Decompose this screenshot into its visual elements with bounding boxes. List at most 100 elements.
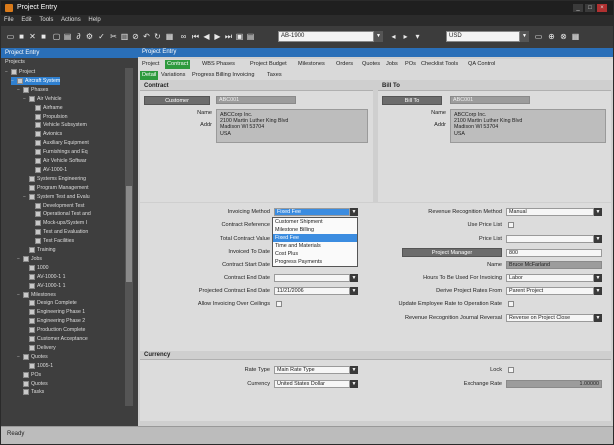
- main-tab[interactable]: POs: [403, 60, 418, 69]
- tree-node[interactable]: Air Vehicle Softwar: [29, 157, 87, 165]
- sub-tab[interactable]: Detail: [140, 71, 159, 80]
- use-price-list-checkbox[interactable]: [508, 222, 514, 228]
- prev-record-icon[interactable]: ◀: [202, 32, 211, 41]
- tree-node[interactable]: Test and Evaluation: [29, 228, 88, 236]
- derive-rates-dropdown[interactable]: ▼: [594, 287, 602, 295]
- check-icon[interactable]: ✓: [97, 32, 106, 41]
- clear-icon[interactable]: ⊘: [131, 32, 140, 41]
- paste-icon[interactable]: ▥: [120, 32, 129, 41]
- print-preview-icon[interactable]: ▦: [571, 32, 580, 41]
- tree-node[interactable]: Systems Engineering: [23, 175, 86, 183]
- currency-dropdown-button[interactable]: ▼: [520, 31, 529, 42]
- menu-actions[interactable]: Actions: [58, 15, 84, 25]
- main-tab[interactable]: Project Budget: [248, 60, 289, 69]
- billto-button[interactable]: Bill To: [382, 96, 442, 105]
- attach-icon[interactable]: ∂: [74, 32, 83, 41]
- lookup-icon[interactable]: ▣: [235, 32, 244, 41]
- invoicing-method-option[interactable]: Customer Shipment: [273, 218, 357, 226]
- menu-help[interactable]: Help: [85, 15, 103, 25]
- revenue-journal-dropdown[interactable]: ▼: [594, 314, 602, 322]
- revenue-journal-select[interactable]: Reverse on Project Close: [506, 314, 594, 322]
- tree-node[interactable]: Tasks: [17, 388, 44, 396]
- project-manager-button[interactable]: Project Manager: [402, 248, 502, 257]
- tree-node[interactable]: Test Facilities: [29, 237, 74, 245]
- tree-node[interactable]: Quotes: [17, 380, 48, 388]
- nav-forward-icon[interactable]: ▸: [401, 32, 410, 41]
- main-tab[interactable]: Quotes: [360, 60, 382, 69]
- cut-icon[interactable]: ✂: [109, 32, 118, 41]
- save-icon[interactable]: ■: [17, 32, 26, 41]
- tree-node[interactable]: Auxiliary Equipment: [29, 139, 89, 147]
- invoicing-method-option[interactable]: Progress Payments: [273, 258, 357, 266]
- tree-node[interactable]: Airframe: [29, 104, 63, 112]
- price-list-dropdown[interactable]: ▼: [594, 235, 602, 243]
- undo-icon[interactable]: ↶: [142, 32, 151, 41]
- link-icon[interactable]: ⊗: [559, 32, 568, 41]
- main-tab[interactable]: WBS Phases: [200, 60, 237, 69]
- record-icon[interactable]: ■: [39, 32, 48, 41]
- tree-node[interactable]: Furnishings and Eq: [29, 148, 88, 156]
- grid-icon[interactable]: ▤: [246, 32, 255, 41]
- project-dropdown-button[interactable]: ▼: [374, 31, 383, 42]
- expand-toggle-icon[interactable]: −: [23, 96, 28, 102]
- nav-back-icon[interactable]: ◂: [389, 32, 398, 41]
- invoicing-method-option[interactable]: Time and Materials: [273, 242, 357, 250]
- view-icon[interactable]: ▭: [534, 32, 543, 41]
- main-tab[interactable]: Checklist Tools: [419, 60, 460, 69]
- tree-node[interactable]: Avionics: [29, 130, 62, 138]
- new-icon[interactable]: ▢: [52, 32, 61, 41]
- tree-node[interactable]: Engineering Phase 1: [23, 308, 85, 316]
- main-tab[interactable]: Orders: [334, 60, 355, 69]
- sub-tab[interactable]: Progress Billing Invoicing: [190, 71, 257, 80]
- currency-dropdown[interactable]: ▼: [350, 380, 358, 388]
- minimize-button[interactable]: _: [573, 4, 583, 12]
- tree-node[interactable]: − Air Vehicle: [23, 95, 62, 103]
- hours-invoicing-dropdown[interactable]: ▼: [594, 274, 602, 282]
- revenue-recognition-dropdown[interactable]: ▼: [594, 208, 602, 216]
- tree-node[interactable]: − Quotes: [17, 353, 48, 361]
- tree-node[interactable]: Vehicle Subsystem: [29, 121, 87, 129]
- allow-overrun-checkbox[interactable]: [276, 301, 282, 307]
- menu-file[interactable]: File: [1, 15, 17, 25]
- expand-toggle-icon[interactable]: −: [17, 354, 22, 360]
- billto-address-box[interactable]: ABCCorp Inc. 2100 Martin Luther King Blv…: [450, 109, 606, 143]
- sub-tab[interactable]: Variations: [159, 71, 187, 80]
- settings-icon[interactable]: ⚙: [85, 32, 94, 41]
- menu-tools[interactable]: Tools: [36, 15, 56, 25]
- tree-node[interactable]: AV-1000-1: [29, 166, 67, 174]
- invoicing-method-option[interactable]: Cost Plus: [273, 250, 357, 258]
- tree-node[interactable]: POs: [17, 371, 41, 379]
- tree-node[interactable]: Program Management: [23, 184, 89, 192]
- contract-end-date-dropdown[interactable]: ▼: [350, 274, 358, 282]
- tree-node[interactable]: Training: [23, 246, 56, 254]
- tree-node[interactable]: 1005-1: [23, 362, 53, 370]
- tree-node[interactable]: 1000: [23, 264, 49, 272]
- tree-node[interactable]: Delivery: [23, 344, 56, 352]
- tree-scrollbar[interactable]: [125, 68, 133, 408]
- maximize-button[interactable]: □: [585, 4, 595, 12]
- currency-field[interactable]: USD: [446, 31, 520, 42]
- currency-select[interactable]: United States Dollar: [274, 380, 350, 388]
- binoculars-icon[interactable]: ∞: [179, 32, 188, 41]
- contract-address-box[interactable]: ABCCorp Inc. 2100 Martin Luther King Blv…: [216, 109, 368, 143]
- price-list-select[interactable]: [506, 235, 594, 243]
- tree-node[interactable]: − Aircraft System: [11, 76, 61, 85]
- project-id-field[interactable]: AB-1900: [278, 31, 374, 42]
- tree-node[interactable]: − Phases: [17, 86, 48, 94]
- delete-icon[interactable]: ✕: [28, 32, 37, 41]
- revenue-recognition-select[interactable]: Manual: [506, 208, 594, 216]
- main-tab[interactable]: Jobs: [384, 60, 400, 69]
- billto-id-field[interactable]: ABC001: [450, 96, 530, 104]
- invoicing-method-select[interactable]: Fixed Fee: [274, 208, 350, 216]
- tree-node[interactable]: − Jobs: [17, 255, 42, 263]
- menu-edit[interactable]: Edit: [18, 15, 34, 25]
- update-employee-rate-checkbox[interactable]: [508, 301, 514, 307]
- main-tab[interactable]: Contract: [165, 60, 191, 69]
- expand-toggle-icon[interactable]: −: [17, 292, 22, 298]
- last-record-icon[interactable]: ⏭: [224, 32, 233, 41]
- projected-end-date-field[interactable]: 11/21/2006: [274, 287, 350, 295]
- projected-end-date-dropdown[interactable]: ▼: [350, 287, 358, 295]
- tree-node[interactable]: Engineering Phase 2: [23, 317, 85, 325]
- open-icon[interactable]: ▭: [6, 32, 15, 41]
- rate-type-dropdown[interactable]: ▼: [350, 366, 358, 374]
